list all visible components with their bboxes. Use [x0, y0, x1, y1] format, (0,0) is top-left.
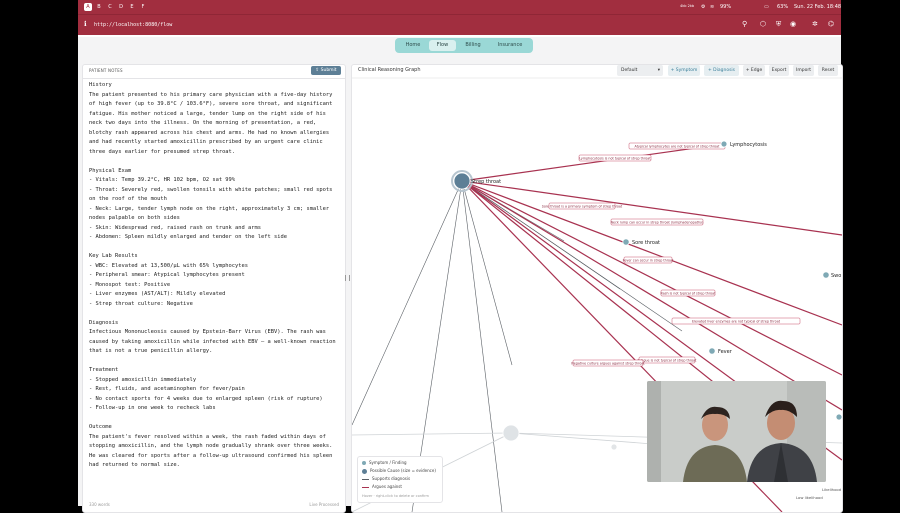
patient-notes-panel: PATIENT NOTES ⇪ Submit History The patie… — [82, 64, 346, 513]
legend-cause: Possible Cause (size = evidence) — [362, 468, 436, 474]
edge-against-2[interactable] — [461, 180, 842, 326]
legend-argues-swatch — [362, 486, 369, 488]
preset-select-value: Default — [621, 68, 638, 73]
strep-throat-node[interactable] — [453, 172, 471, 190]
edge-label-6: Elevated liver enzymes are not typical o… — [692, 319, 781, 323]
swollen-node[interactable] — [822, 271, 830, 279]
network-speed: 4kb 2kb — [680, 4, 695, 8]
workspace-d[interactable]: D — [117, 3, 125, 11]
edge-support-3[interactable] — [461, 180, 513, 366]
low-likelihood-label: Low likelihood — [796, 495, 823, 500]
legend-cause-label: Possible Cause (size = evidence) — [370, 468, 436, 473]
workspace-f[interactable]: F — [139, 3, 147, 11]
toolbar-divider — [78, 35, 841, 37]
wifi-icon[interactable]: ≋ — [710, 3, 714, 11]
edge-against-0[interactable] — [461, 143, 725, 182]
settings-icon[interactable]: ✲ — [812, 20, 818, 28]
site-info-icon[interactable]: ℹ — [84, 20, 87, 28]
preset-select[interactable]: Default ▾ — [617, 65, 663, 76]
tab-flow[interactable]: Flow — [429, 40, 456, 51]
import-button[interactable]: Import — [793, 65, 814, 76]
edge-label-3: Neck lump can occur in strep throat (lym… — [611, 220, 704, 224]
link-icon[interactable]: ⚲ — [742, 20, 747, 28]
workspace-b[interactable]: B — [95, 3, 103, 11]
swollen-label: Swo — [831, 273, 841, 279]
legend-cause-swatch — [362, 468, 367, 474]
submit-label: Submit — [320, 68, 337, 73]
edge-label-2: Sore throat is a primary symptom of stre… — [542, 204, 623, 208]
legend-argues: Argues against — [362, 484, 402, 490]
menu-icon[interactable]: ⌬ — [828, 20, 834, 28]
battery-b: 63% — [777, 4, 789, 10]
graph-title: Clinical Reasoning Graph — [358, 67, 421, 73]
chevron-down-icon: ▾ — [657, 68, 660, 73]
fever-label: Fever — [718, 349, 733, 355]
lymphocytosis-node[interactable] — [720, 140, 728, 148]
webcam-feed-image — [647, 381, 826, 482]
add-edge-button[interactable]: + Edge — [743, 65, 765, 76]
legend-symptom: Symptom / Finding — [362, 460, 407, 466]
legend-supports: Supports diagnosis — [362, 476, 410, 482]
notes-divider — [83, 78, 345, 79]
edge-label-7: Fatigue is not typical of strep throat — [638, 358, 698, 362]
panel-resize-handle[interactable] — [345, 275, 350, 281]
legend-symptom-label: Symptom / Finding — [369, 460, 407, 465]
webcam-overlay — [647, 381, 826, 482]
tab-billing[interactable]: Billing — [458, 40, 488, 51]
clock[interactable]: Sun. 22 Feb. 18:48 — [794, 3, 841, 11]
tab-home[interactable]: Home — [399, 40, 427, 51]
edge-label-1: Lymphocytosis is not typical of strep th… — [579, 156, 651, 160]
add-diagnosis-button[interactable]: + Diagnosis — [704, 65, 739, 76]
edge-label-0: Atypical lymphocytes are not typical of … — [635, 144, 721, 148]
reset-button[interactable]: Reset — [818, 65, 838, 76]
legend-argues-label: Argues against — [372, 484, 402, 489]
strep-throat-label: Strep throat — [471, 179, 501, 185]
edge-node-right-node[interactable] — [835, 413, 842, 421]
legend-symptom-swatch — [362, 461, 366, 465]
top-nav: Home Flow Billing Insurance — [395, 38, 533, 53]
submit-button[interactable]: ⇪ Submit — [311, 66, 341, 75]
faded-symptom-node[interactable] — [610, 443, 618, 451]
edge-support-4[interactable] — [352, 180, 463, 426]
export-button[interactable]: Export — [769, 65, 789, 76]
tab-insurance[interactable]: Insurance — [490, 40, 530, 51]
shield-icon[interactable]: ⛨ — [776, 20, 781, 29]
legend-supports-swatch — [362, 478, 369, 480]
workspace-e[interactable]: E — [128, 3, 136, 11]
faded-cause-node[interactable] — [502, 424, 520, 442]
edge-against-3[interactable] — [461, 180, 842, 376]
likelihood-label: Likelihood — [822, 487, 842, 492]
workspace-a[interactable]: A — [84, 3, 92, 11]
menubar: A B C D E F 4kb 2kb ⚙ ≋ 99% ▭ 63% Sun. 2… — [78, 0, 841, 14]
url-text[interactable]: http://localhost:8080/flow — [94, 22, 172, 28]
legend-hint: Hover · right-click to delete or confirm — [362, 494, 429, 498]
fever-node[interactable] — [708, 347, 716, 355]
edge-faded-3[interactable] — [352, 432, 512, 436]
extension-icon[interactable]: ⬡ — [760, 20, 766, 28]
graph-legend: Symptom / Finding Possible Cause (size =… — [357, 456, 443, 503]
processing-status: Live Processed — [309, 502, 339, 507]
gear-icon[interactable]: ⚙ — [701, 3, 705, 11]
workspace-c[interactable]: C — [106, 3, 114, 11]
legend-supports-label: Supports diagnosis — [372, 476, 411, 481]
edge-label-5: Rash is not typical of strep throat — [661, 291, 717, 295]
lymphocytosis-label: Lymphocytosis — [730, 142, 767, 148]
battery-a: 99% — [720, 4, 732, 10]
sore-throat-label: Sore throat — [632, 240, 660, 246]
edge-against-4[interactable] — [461, 180, 842, 411]
camera-icon[interactable]: ◉ — [790, 20, 796, 28]
edge-label-8: Negative culture argues against strep th… — [571, 361, 645, 365]
edge-label-4: Fever can occur in strep throat — [623, 258, 674, 262]
add-symptom-button[interactable]: + Symptom — [668, 65, 700, 76]
url-bar[interactable]: ℹ http://localhost:8080/flow ⚲ ⬡ ⛨ ◉ ✲ ⌬ — [78, 14, 841, 36]
notes-header: PATIENT NOTES — [89, 68, 123, 73]
notes-textarea[interactable]: History The patient presented to his pri… — [89, 81, 339, 479]
word-count: 330 words — [89, 502, 110, 507]
edge-support-6[interactable] — [461, 180, 503, 512]
sore-throat-node[interactable] — [622, 238, 630, 246]
battery-icon[interactable]: ▭ — [764, 3, 769, 11]
